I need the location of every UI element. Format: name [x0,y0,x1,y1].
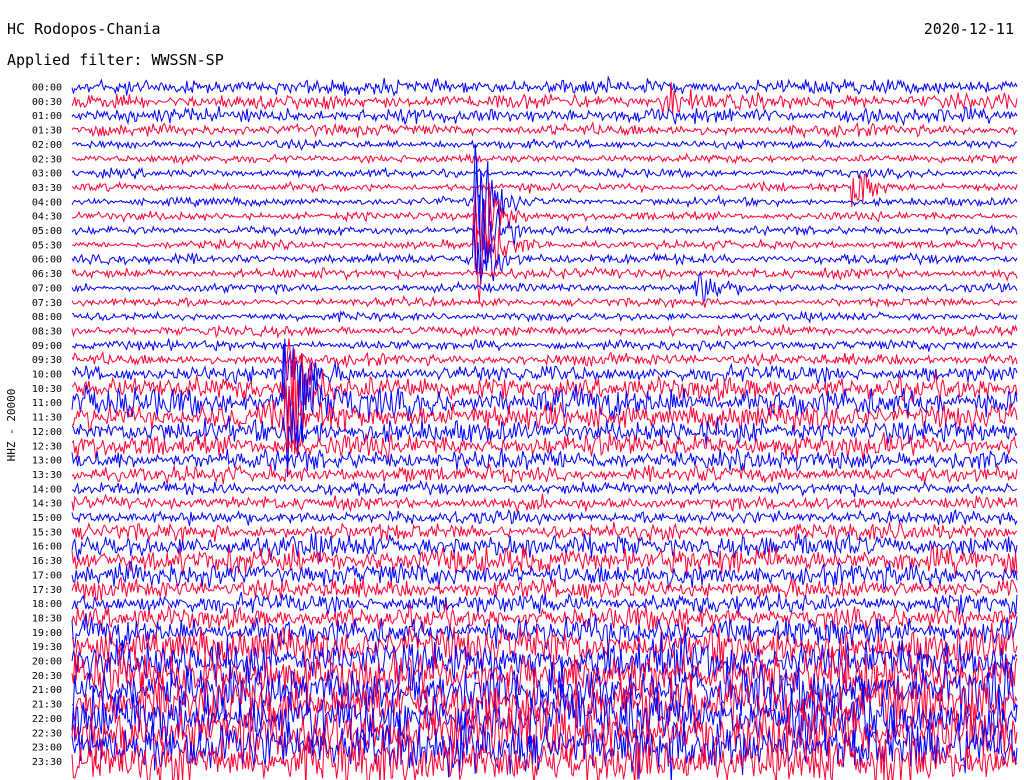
time-tick-0500: 05:00 [32,226,62,237]
time-tick-0930: 09:30 [32,355,62,366]
time-tick-1430: 14:30 [32,499,62,510]
time-tick-labels: 00:00 00:30 01:00 01:30 02:00 02:30 03:00 03:30… [32,83,62,768]
time-tick-2100: 21:00 [32,685,62,696]
trace-0430 [71,182,1018,264]
trace-1630 [71,544,1018,577]
time-tick-0400: 04:00 [32,197,62,208]
time-tick-0300: 03:00 [32,169,62,180]
time-tick-1400: 14:00 [32,484,62,495]
time-tick-1600: 16:00 [32,542,62,553]
time-tick-1700: 17:00 [32,570,62,581]
time-tick-0530: 05:30 [32,240,62,251]
trace-1500 [71,508,1018,527]
trace-0100 [71,106,1018,127]
time-tick-1530: 15:30 [32,527,62,538]
time-tick-0100: 01:00 [32,111,62,122]
time-tick-0000: 00:00 [32,83,62,94]
time-tick-2030: 20:30 [32,671,62,682]
time-tick-0230: 02:30 [32,154,62,165]
helicorder-plot: 00:00 00:30 01:00 01:30 02:00 02:30 03:00 03:30… [5,75,1018,780]
trace-1430 [71,493,1018,513]
time-tick-2300: 23:00 [32,743,62,754]
time-tick-2130: 21:30 [32,700,62,711]
trace-0230 [71,152,1018,166]
time-tick-0130: 01:30 [32,126,62,137]
y-axis-label: HHZ - 20000 [5,389,18,462]
time-tick-1130: 11:30 [32,413,62,424]
time-tick-1930: 19:30 [32,642,62,653]
time-tick-0330: 03:30 [32,183,62,194]
time-tick-0200: 02:00 [32,140,62,151]
trace-0630 [71,265,1018,282]
time-tick-1900: 19:00 [32,628,62,639]
trace-0000 [71,75,1018,97]
time-tick-1800: 18:00 [32,599,62,610]
trace-0900 [71,338,1018,353]
time-tick-2200: 22:00 [32,714,62,725]
time-tick-1030: 10:30 [32,384,62,395]
time-tick-1100: 11:00 [32,398,62,409]
time-tick-2000: 20:00 [32,657,62,668]
trace-1830 [71,602,1018,634]
trace-1000 [71,338,1018,406]
time-tick-0030: 00:30 [32,97,62,108]
time-tick-0730: 07:30 [32,298,62,309]
time-tick-0430: 04:30 [32,212,62,223]
time-tick-1200: 12:00 [32,427,62,438]
time-tick-0700: 07:00 [32,283,62,294]
time-tick-0830: 08:30 [32,326,62,337]
trace-0300 [71,166,1018,180]
time-tick-2330: 23:30 [32,757,62,768]
time-tick-1000: 10:00 [32,370,62,381]
trace-0130 [71,121,1018,139]
time-tick-1730: 17:30 [32,585,62,596]
time-tick-1300: 13:00 [32,456,62,467]
time-tick-0900: 09:00 [32,341,62,352]
trace-1600 [71,532,1018,562]
time-tick-1500: 15:00 [32,513,62,524]
trace-group [71,75,1018,780]
trace-0030 [71,81,1018,116]
trace-0500 [71,158,1018,285]
trace-0730 [71,294,1018,309]
trace-0800 [71,309,1018,324]
time-tick-1230: 12:30 [32,441,62,452]
time-tick-1630: 16:30 [32,556,62,567]
trace-1330 [71,463,1018,485]
time-tick-1330: 13:30 [32,470,62,481]
trace-0200 [71,137,1018,151]
time-tick-0800: 08:00 [32,312,62,323]
trace-1400 [72,479,1018,498]
time-tick-2230: 22:30 [32,728,62,739]
trace-0830 [71,324,1018,339]
time-tick-0600: 06:00 [32,255,62,266]
trace-0930 [71,350,1018,369]
trace-0700 [71,270,1018,304]
trace-1530 [71,521,1018,544]
time-tick-1830: 18:30 [32,613,62,624]
time-tick-0630: 06:30 [32,269,62,280]
